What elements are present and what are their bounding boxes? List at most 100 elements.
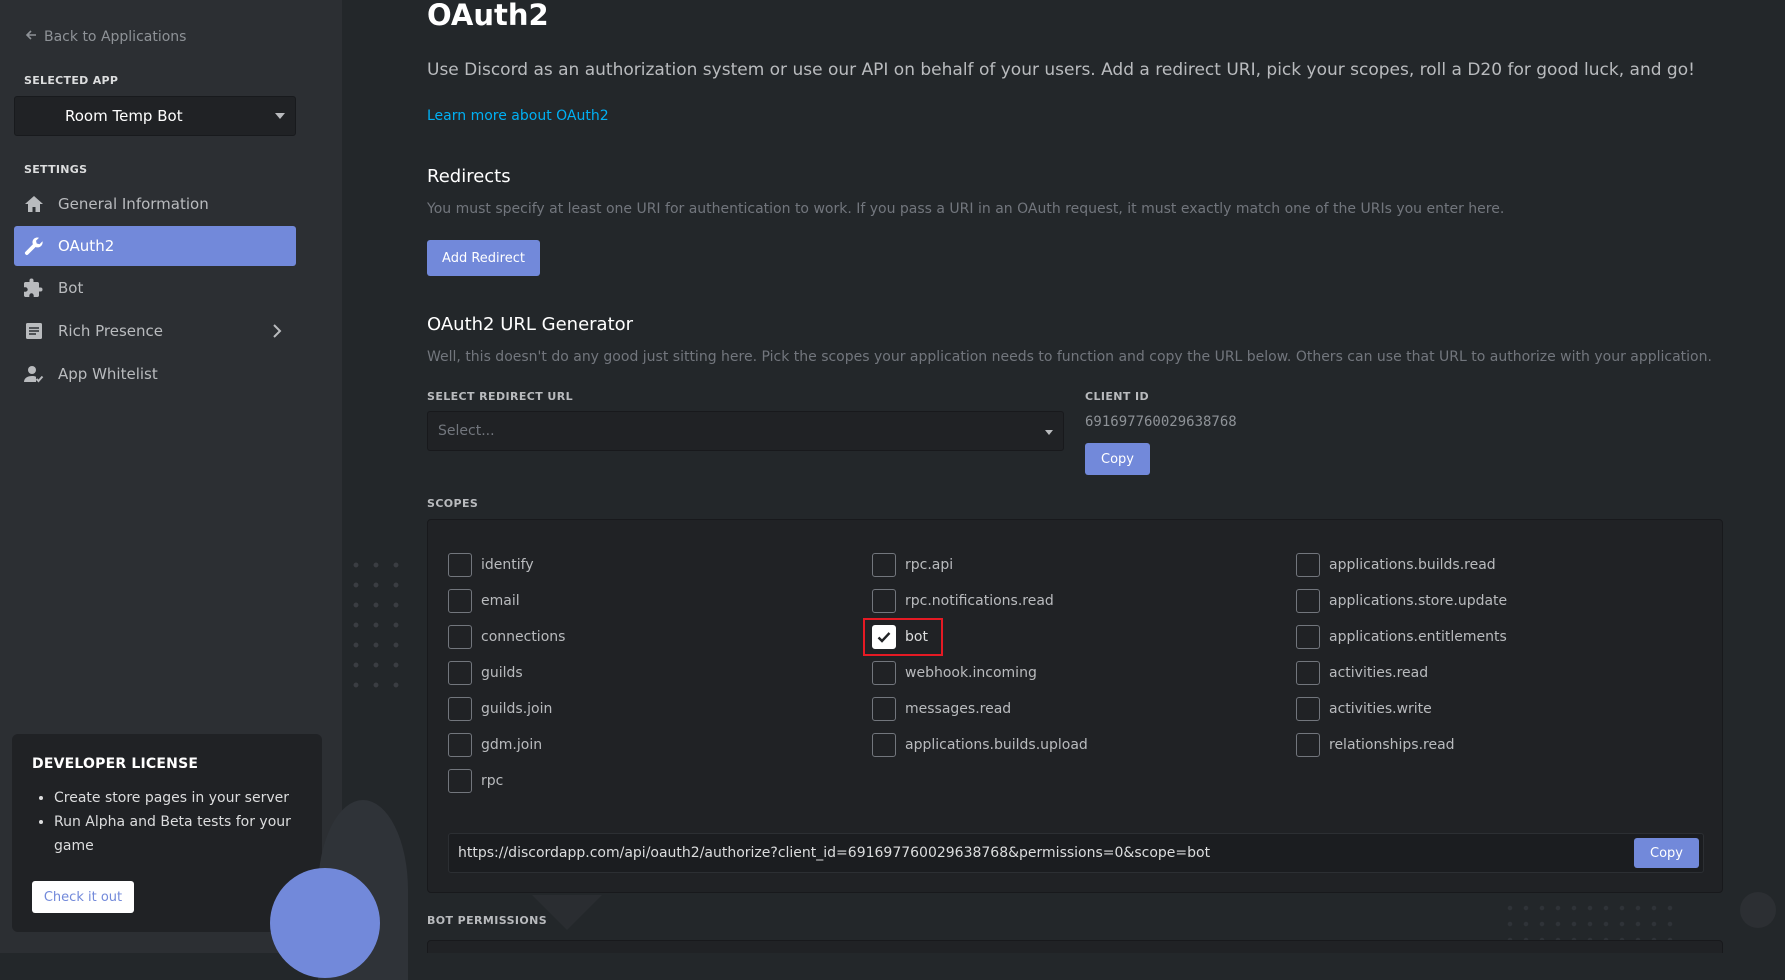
- main-content: OAuth2 Use Discord as an authorization s…: [342, 0, 1785, 953]
- scope-identify[interactable]: identify: [448, 553, 534, 577]
- scope-relationships-read[interactable]: relationships.read: [1296, 733, 1455, 757]
- scope-label: rpc.notifications.read: [905, 593, 1054, 609]
- puzzle-icon: [24, 278, 44, 298]
- intro-text: Use Discord as an authorization system o…: [427, 60, 1695, 80]
- scope-activities-read[interactable]: activities.read: [1296, 661, 1428, 685]
- check-it-out-button[interactable]: Check it out: [32, 881, 134, 913]
- home-icon: [24, 194, 44, 214]
- checkbox[interactable]: [448, 769, 472, 793]
- sidebar-item-app-whitelist[interactable]: App Whitelist: [14, 354, 296, 394]
- user-check-icon: [24, 364, 44, 384]
- scope-label: guilds: [481, 665, 523, 681]
- developer-license-list: Create store pages in your server Run Al…: [32, 786, 302, 858]
- checkbox[interactable]: [448, 661, 472, 685]
- checkbox[interactable]: [1296, 733, 1320, 757]
- checkbox[interactable]: [872, 553, 896, 577]
- scope-rpc[interactable]: rpc: [448, 769, 503, 793]
- scope-email[interactable]: email: [448, 589, 520, 613]
- scope-label: bot: [905, 629, 928, 645]
- scope-guilds-join[interactable]: guilds.join: [448, 697, 552, 721]
- scope-label: applications.store.update: [1329, 593, 1508, 609]
- chevron-down-icon: [275, 113, 285, 119]
- redirect-url-select[interactable]: Select...: [427, 411, 1064, 451]
- scope-messages-read[interactable]: messages.read: [872, 697, 1011, 721]
- scope-label: webhook.incoming: [905, 665, 1037, 681]
- sidebar-item-label: App Whitelist: [58, 365, 158, 383]
- sidebar-item-rich-presence[interactable]: Rich Presence: [14, 311, 296, 351]
- chevron-right-icon: [272, 324, 282, 342]
- scope-connections[interactable]: connections: [448, 625, 565, 649]
- scope-label: connections: [481, 629, 566, 645]
- sidebar-item-label: General Information: [58, 195, 209, 213]
- checkbox[interactable]: [872, 697, 896, 721]
- checkbox[interactable]: [448, 733, 472, 757]
- sidebar-item-label: Rich Presence: [58, 322, 163, 340]
- scope-label: activities.read: [1329, 665, 1429, 681]
- client-id-label: CLIENT ID: [1085, 390, 1150, 403]
- list-item: Create store pages in your server: [54, 786, 302, 810]
- checkbox[interactable]: [448, 553, 472, 577]
- scope-gdm-join[interactable]: gdm.join: [448, 733, 542, 757]
- checkbox[interactable]: [1296, 697, 1320, 721]
- url-generator-description: Well, this doesn't do any good just sitt…: [427, 349, 1712, 365]
- add-redirect-button[interactable]: Add Redirect: [427, 240, 540, 276]
- generated-url-field[interactable]: https://discordapp.com/api/oauth2/author…: [448, 833, 1704, 873]
- checkbox[interactable]: [872, 733, 896, 757]
- copy-url-button[interactable]: Copy: [1634, 838, 1699, 868]
- scope-label: gdm.join: [481, 737, 543, 753]
- scope-rpc-notifications-read[interactable]: rpc.notifications.read: [872, 589, 1054, 613]
- client-id-value: 691697760029638768: [1085, 414, 1237, 430]
- wrench-icon: [24, 236, 44, 256]
- scope-guilds[interactable]: guilds: [448, 661, 523, 685]
- scopes-label: SCOPES: [427, 497, 479, 510]
- scope-label: email: [481, 593, 520, 609]
- scope-applications-builds-upload[interactable]: applications.builds.upload: [872, 733, 1088, 757]
- back-to-applications-link[interactable]: Back to Applications: [24, 28, 186, 46]
- checkbox[interactable]: [1296, 625, 1320, 649]
- scope-label: messages.read: [905, 701, 1012, 717]
- document-icon: [24, 321, 44, 341]
- checkbox[interactable]: [1296, 589, 1320, 613]
- sidebar-item-label: OAuth2: [58, 237, 115, 255]
- scope-label: rpc: [481, 773, 504, 789]
- select-redirect-url-label: SELECT REDIRECT URL: [427, 390, 573, 403]
- checkbox[interactable]: [872, 589, 896, 613]
- scopes-panel: identify email connections guilds guilds…: [427, 519, 1723, 893]
- scope-applications-entitlements[interactable]: applications.entitlements: [1296, 625, 1507, 649]
- bot-permissions-label: BOT PERMISSIONS: [427, 914, 548, 927]
- scope-label: rpc.api: [905, 557, 954, 573]
- checkbox[interactable]: [1296, 553, 1320, 577]
- back-link-label: Back to Applications: [44, 29, 187, 45]
- redirects-title: Redirects: [427, 166, 511, 187]
- checkbox[interactable]: [872, 661, 896, 685]
- generated-url-text: https://discordapp.com/api/oauth2/author…: [458, 845, 1211, 861]
- scope-label: applications.builds.read: [1329, 557, 1496, 573]
- checkbox-checked[interactable]: [872, 625, 896, 649]
- sidebar-item-bot[interactable]: Bot: [14, 268, 296, 308]
- sidebar-item-oauth2[interactable]: OAuth2: [14, 226, 296, 266]
- page-title: OAuth2: [427, 0, 549, 32]
- copy-client-id-button[interactable]: Copy: [1085, 443, 1150, 475]
- developer-license-title: DEVELOPER LICENSE: [32, 756, 199, 772]
- selected-app-label: SELECTED APP: [24, 74, 119, 87]
- checkbox[interactable]: [1296, 661, 1320, 685]
- scope-bot[interactable]: bot: [872, 625, 928, 649]
- checkbox[interactable]: [448, 589, 472, 613]
- scope-applications-store-update[interactable]: applications.store.update: [1296, 589, 1507, 613]
- scope-applications-builds-read[interactable]: applications.builds.read: [1296, 553, 1496, 577]
- sidebar-item-label: Bot: [58, 279, 84, 297]
- scope-rpc-api[interactable]: rpc.api: [872, 553, 953, 577]
- scope-webhook-incoming[interactable]: webhook.incoming: [872, 661, 1037, 685]
- scope-label: applications.entitlements: [1329, 629, 1507, 645]
- learn-more-link[interactable]: Learn more about OAuth2: [427, 108, 609, 124]
- list-item: Run Alpha and Beta tests for your game: [54, 810, 302, 858]
- sidebar-item-general-information[interactable]: General Information: [14, 184, 296, 224]
- scope-activities-write[interactable]: activities.write: [1296, 697, 1432, 721]
- settings-label: SETTINGS: [24, 163, 88, 176]
- checkbox[interactable]: [448, 697, 472, 721]
- arrow-left-icon: [24, 28, 38, 46]
- redirect-url-placeholder: Select...: [438, 423, 495, 439]
- scope-label: relationships.read: [1329, 737, 1455, 753]
- checkbox[interactable]: [448, 625, 472, 649]
- app-selector[interactable]: Room Temp Bot: [14, 96, 296, 136]
